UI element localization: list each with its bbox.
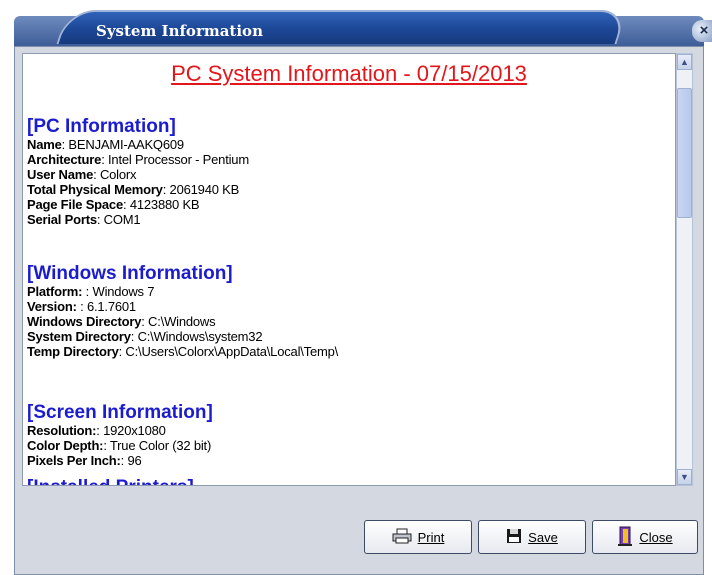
row-value: : 4123880 KB xyxy=(123,197,200,212)
info-row-windows-directory: Windows Directory: C:\Windows xyxy=(27,314,338,329)
scroll-thumb[interactable] xyxy=(677,88,692,218)
save-button-label: Save xyxy=(528,529,558,545)
row-value: : 6.1.7601 xyxy=(76,299,136,314)
row-key: User Name xyxy=(27,167,94,182)
window-title: System Information xyxy=(96,22,263,40)
row-value: : COM1 xyxy=(96,212,141,227)
section-heading: [Screen Information] xyxy=(27,402,213,423)
close-button[interactable]: Close xyxy=(592,520,698,554)
windows-information-section: [Windows Information] Platform: : Window… xyxy=(27,263,338,360)
row-key: Pixels Per Inch: xyxy=(27,453,121,468)
info-row-platform: Platform: : Windows 7 xyxy=(27,284,338,299)
row-key: Architecture xyxy=(27,152,102,167)
info-row-pixels-per-inch: Pixels Per Inch:: 96 xyxy=(27,453,213,468)
scroll-down-icon[interactable]: ▼ xyxy=(677,469,692,485)
row-value: : True Color (32 bit) xyxy=(103,438,212,453)
row-key: Platform: xyxy=(27,284,83,299)
system-information-window: System Information × PC System Informati… xyxy=(0,0,712,575)
door-exit-icon xyxy=(617,526,633,549)
printer-icon xyxy=(392,528,412,547)
row-value: : 2061940 KB xyxy=(162,182,240,197)
info-row-page-file: Page File Space: 4123880 KB xyxy=(27,197,249,212)
info-row-architecture: Architecture: Intel Processor - Pentium xyxy=(27,152,249,167)
print-button[interactable]: Print xyxy=(364,520,472,554)
floppy-disk-icon xyxy=(506,528,522,547)
row-key: Page File Space xyxy=(27,197,123,212)
row-value: : 1920x1080 xyxy=(96,423,166,438)
info-row-user-name: User Name: Colorx xyxy=(27,167,249,182)
row-value: : C:\Windows\system32 xyxy=(130,329,263,344)
info-row-name: Name: BENJAMI-AAKQ609 xyxy=(27,137,249,152)
info-content-pane[interactable]: PC System Information - 07/15/2013 [PC I… xyxy=(22,53,676,486)
info-row-serial-ports: Serial Ports: COM1 xyxy=(27,212,249,227)
document-title: PC System Information - 07/15/2013 xyxy=(171,61,527,86)
row-key: Serial Ports xyxy=(27,212,97,227)
info-row-total-memory: Total Physical Memory: 2061940 KB xyxy=(27,182,249,197)
row-value: : 96 xyxy=(120,453,142,468)
info-row-temp-directory: Temp Directory: C:\Users\Colorx\AppData\… xyxy=(27,344,338,359)
close-icon[interactable]: × xyxy=(692,20,712,42)
row-key: Resolution: xyxy=(27,423,97,438)
row-key: Color Depth: xyxy=(27,438,104,453)
row-value: : BENJAMI-AAKQ609 xyxy=(61,137,185,152)
row-value: : Intel Processor - Pentium xyxy=(101,152,249,167)
info-row-version: Version: : 6.1.7601 xyxy=(27,299,338,314)
close-button-label: Close xyxy=(639,529,673,545)
row-value: : Colorx xyxy=(93,167,137,182)
row-key: Temp Directory xyxy=(27,344,119,359)
save-button[interactable]: Save xyxy=(478,520,586,554)
print-button-label: Print xyxy=(417,529,445,545)
vertical-scrollbar[interactable]: ▲ ▼ xyxy=(676,53,693,486)
row-value: : Windows 7 xyxy=(82,284,155,299)
section-heading: [PC Information] xyxy=(27,116,176,137)
info-row-resolution: Resolution:: 1920x1080 xyxy=(27,423,213,438)
installed-printers-heading: [Installed Printers] xyxy=(27,478,194,486)
info-row-color-depth: Color Depth:: True Color (32 bit) xyxy=(27,438,213,453)
row-value: : C:\Windows xyxy=(141,314,216,329)
row-key: Name xyxy=(27,137,62,152)
row-key: Total Physical Memory xyxy=(27,182,163,197)
row-key: System Directory xyxy=(27,329,131,344)
pc-information-section: [PC Information] Name: BENJAMI-AAKQ609 A… xyxy=(27,116,249,228)
row-value: : C:\Users\Colorx\AppData\Local\Temp\ xyxy=(118,344,339,359)
info-row-system-directory: System Directory: C:\Windows\system32 xyxy=(27,329,338,344)
row-key: Windows Directory xyxy=(27,314,142,329)
section-heading: [Windows Information] xyxy=(27,263,233,284)
row-key: Version: xyxy=(27,299,77,314)
scroll-up-icon[interactable]: ▲ xyxy=(677,54,692,70)
screen-information-section: [Screen Information] Resolution:: 1920x1… xyxy=(27,402,213,469)
